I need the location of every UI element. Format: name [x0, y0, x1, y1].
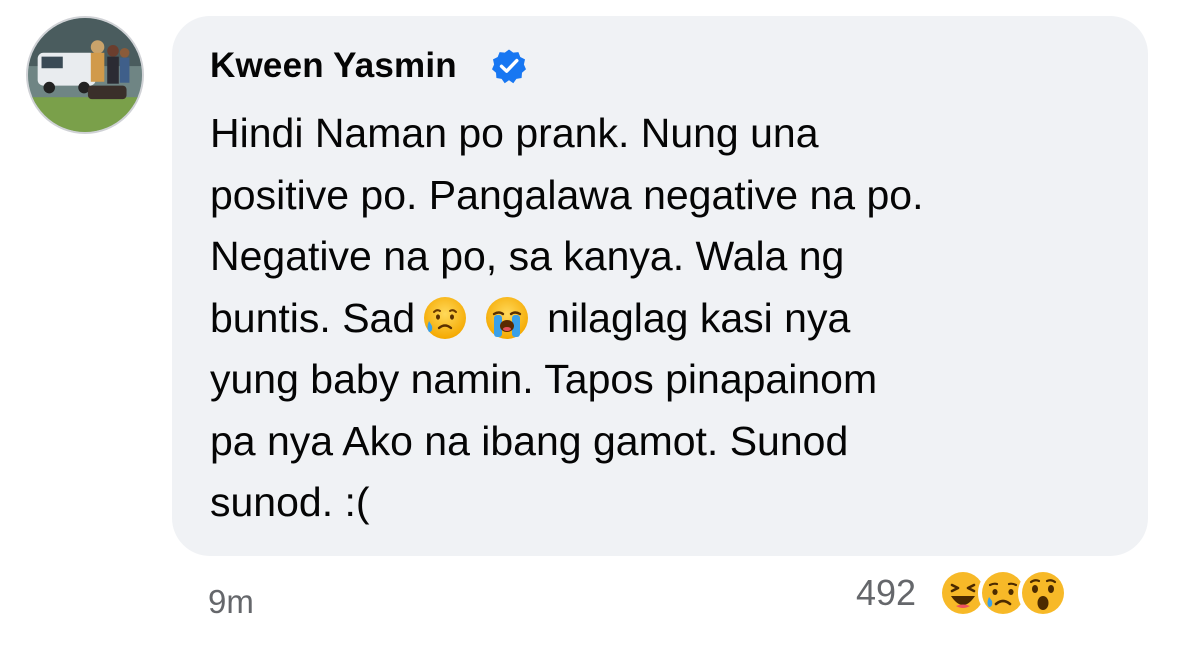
wow-reaction-icon	[1018, 568, 1069, 618]
sad-but-relieved-face-icon	[421, 294, 469, 342]
profile-photo	[28, 18, 142, 132]
comment-line-part: buntis. Sad	[210, 294, 416, 341]
avatar[interactable]	[26, 16, 144, 134]
comment-line: Hindi Naman po prank. Nung una	[210, 110, 819, 156]
comment-line-with-emojis: buntis. Sad nilaglag kasi nya	[210, 288, 923, 350]
comment-line: yung baby namin. Tapos pinapainom	[210, 356, 878, 402]
reaction-count[interactable]: 492	[856, 572, 916, 614]
comment-line: sunod. :(	[210, 479, 370, 525]
verified-badge-icon	[491, 48, 527, 84]
comment-screen: Kween Yasmin Hindi Naman po prank. Nung …	[0, 0, 1178, 648]
author-name[interactable]: Kween Yasmin	[210, 46, 457, 86]
comment-line-part: nilaglag kasi nya	[547, 294, 851, 341]
reactions-summary[interactable]: 492	[856, 568, 1069, 618]
comment-line: pa nya Ako na ibang gamot. Sunod	[210, 417, 849, 464]
comment-line: Negative na po, sa kanya. Wala ng	[210, 233, 845, 279]
comment-line: positive po. Pangalawa negative na po.	[210, 171, 924, 218]
loudly-crying-face-icon	[483, 294, 531, 342]
author-row: Kween Yasmin	[210, 46, 527, 86]
comment-timestamp[interactable]: 9m	[208, 583, 254, 621]
comment-text: Hindi Naman po prank. Nung una positive …	[210, 103, 923, 534]
comment-bubble: Kween Yasmin Hindi Naman po prank. Nung …	[172, 16, 1148, 556]
reaction-icons[interactable]	[938, 568, 1069, 618]
